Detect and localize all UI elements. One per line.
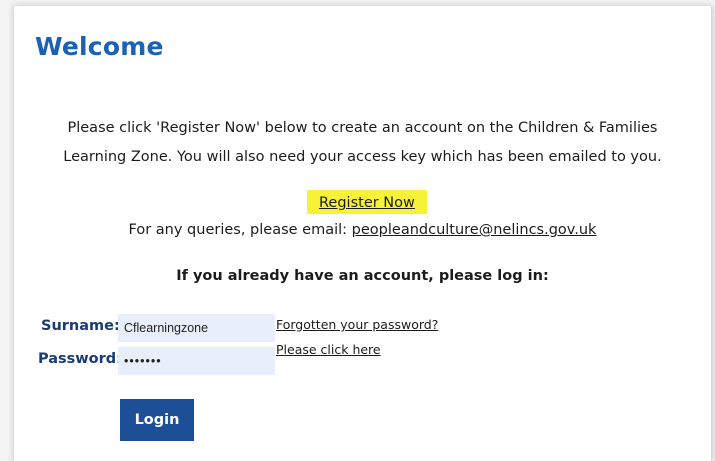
queries-line: For any queries, please email: peopleand…	[14, 222, 711, 238]
queries-prefix: For any queries, please email:	[128, 222, 352, 238]
surname-label: Surname:	[41, 318, 120, 334]
login-prompt: If you already have an account, please l…	[176, 268, 549, 284]
welcome-panel: Welcome Please click 'Register Now' belo…	[14, 6, 712, 461]
login-button[interactable]: Login	[120, 399, 194, 441]
intro-line-1: Please click 'Register Now' below to cre…	[67, 120, 658, 136]
register-now-link[interactable]: Register Now	[319, 195, 415, 211]
password-input[interactable]	[118, 347, 275, 375]
password-label: Password:	[38, 351, 122, 367]
intro-text: Please click 'Register Now' below to cre…	[14, 114, 711, 172]
email-link[interactable]: peopleandculture@nelincs.gov.uk	[352, 222, 597, 238]
page-title: Welcome	[35, 32, 164, 61]
intro-line-2: Learning Zone. You will also need your a…	[63, 149, 662, 165]
please-click-here-link[interactable]: Please click here	[276, 342, 381, 357]
surname-input[interactable]	[118, 314, 275, 342]
forgot-password-link[interactable]: Forgotten your password?	[276, 317, 438, 332]
register-highlight: Register Now	[307, 190, 427, 214]
